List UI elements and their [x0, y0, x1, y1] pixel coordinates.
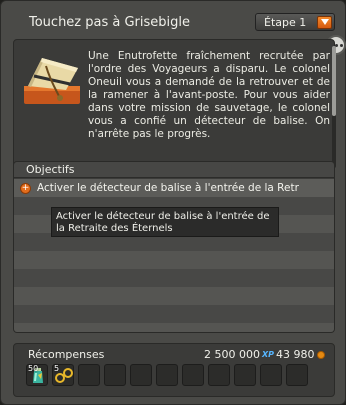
- scrollbar-thumb[interactable]: [332, 46, 336, 116]
- reward-quantity: 5: [54, 364, 60, 373]
- quest-description-panel: Une Enutrofette fraîchement recrutée par…: [13, 39, 336, 175]
- reward-quantity: 50: [28, 364, 39, 373]
- list-row: [14, 323, 334, 332]
- objective-text: Activer le détecteur de balise à l'entré…: [37, 182, 299, 194]
- empty-reward-slot: [182, 364, 204, 386]
- list-row: [14, 269, 334, 287]
- empty-reward-slot: [130, 364, 152, 386]
- xp-value: 2 500 000: [204, 348, 260, 361]
- quest-title: Touchez pas à Grisebigle: [29, 15, 191, 30]
- list-row: [14, 287, 334, 305]
- kamas-icon: [316, 350, 325, 359]
- step-dropdown-label: Étape 1: [264, 15, 307, 29]
- reward-item-slots: 50 5: [26, 364, 308, 386]
- empty-reward-slot: [104, 364, 126, 386]
- quest-window: Touchez pas à Grisebigle Étape 1 Une Enu…: [0, 0, 346, 405]
- empty-reward-slot: [208, 364, 230, 386]
- reward-slot[interactable]: 5: [52, 364, 74, 386]
- empty-reward-slot: [260, 364, 282, 386]
- xp-icon: XP: [261, 350, 275, 359]
- empty-reward-slot: [286, 364, 308, 386]
- objective-tooltip: Activer le détecteur de balise à l'entré…: [51, 207, 279, 237]
- description-scrollbar[interactable]: [332, 46, 336, 168]
- objective-item[interactable]: + Activer le détecteur de balise à l'ent…: [14, 179, 334, 197]
- objective-status-icon: +: [20, 182, 31, 194]
- objectives-header: Objectifs: [14, 162, 334, 178]
- objectives-panel: Objectifs + Activer le détecteur de bali…: [13, 161, 335, 333]
- kamas-value: 43 980: [276, 348, 315, 361]
- rewards-panel: Récompenses 2 500 000 XP 43 980 50 5: [13, 343, 335, 397]
- list-row: [14, 251, 334, 269]
- quest-book-icon: [24, 58, 80, 104]
- chevron-down-icon[interactable]: [317, 15, 332, 29]
- empty-reward-slot: [234, 364, 256, 386]
- xp-reward: 2 500 000 XP: [204, 348, 274, 361]
- dot-icon: [339, 43, 343, 47]
- empty-reward-slot: [156, 364, 178, 386]
- step-dropdown[interactable]: Étape 1: [255, 13, 335, 31]
- kamas-reward: 43 980: [276, 348, 325, 361]
- list-row: [14, 305, 334, 323]
- rewards-label: Récompenses: [28, 348, 105, 361]
- quest-description-text: Une Enutrofette fraîchement recrutée par…: [88, 50, 330, 140]
- empty-reward-slot: [78, 364, 100, 386]
- objectives-list: [14, 179, 334, 332]
- reward-slot[interactable]: 50: [26, 364, 48, 386]
